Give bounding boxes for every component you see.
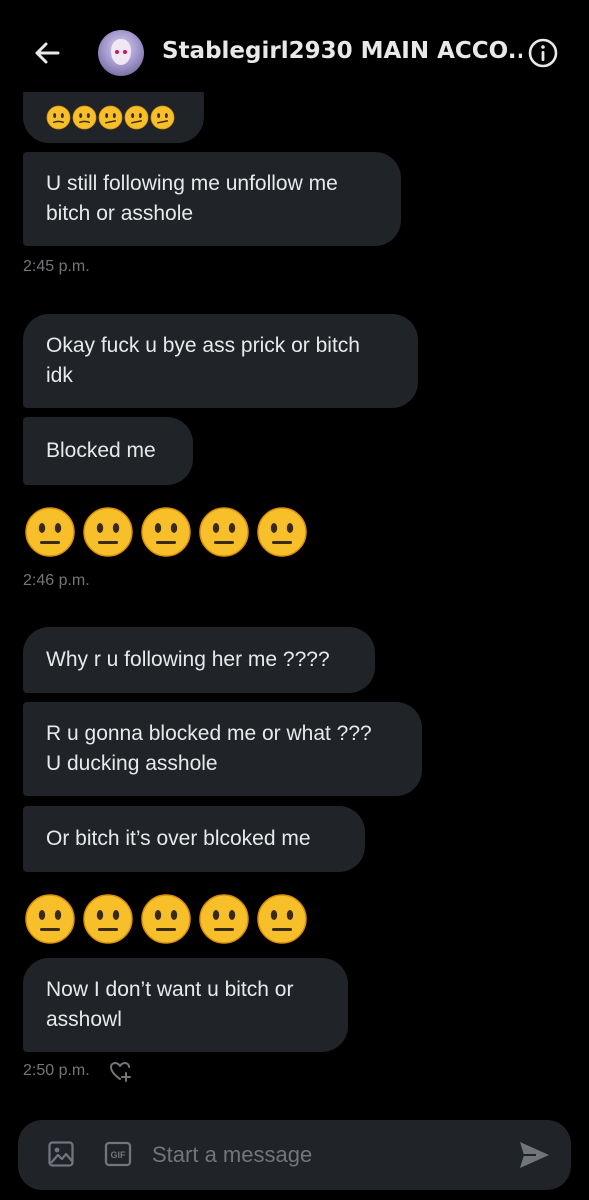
message-text-line: bitch or asshole xyxy=(46,202,194,225)
emoji-group xyxy=(46,105,176,130)
info-icon[interactable] xyxy=(527,37,559,69)
neutral-face-icon xyxy=(141,507,191,557)
confused-face-icon xyxy=(98,105,123,130)
message-bubble[interactable]: Okay fuck u bye ass prick or bitch idk xyxy=(23,314,418,408)
message-text-line: Now I don’t want u bitch or xyxy=(46,978,294,1001)
heart-plus-icon[interactable] xyxy=(108,1058,134,1084)
conversation-title[interactable]: Stablegirl2930 MAIN ACCO... xyxy=(162,38,522,64)
message-text-line: asshowl xyxy=(46,1008,122,1031)
neutral-face-icon xyxy=(199,894,249,944)
dm-conversation-screen: Stablegirl2930 MAIN ACCO... U still foll… xyxy=(0,0,589,1200)
neutral-face-icon xyxy=(199,507,249,557)
message-text-line: R u gonna blocked me or what ??? xyxy=(46,722,372,745)
emoji-message[interactable] xyxy=(24,893,314,945)
message-text-line: Or bitch it’s over blcoked me xyxy=(46,827,311,850)
back-arrow-icon[interactable] xyxy=(28,34,66,72)
emoji-message[interactable] xyxy=(24,506,314,558)
message-composer: GIF Start a message xyxy=(18,1120,571,1190)
neutral-face-icon xyxy=(257,894,307,944)
message-text-line: Blocked me xyxy=(46,439,156,462)
neutral-face-icon xyxy=(25,507,75,557)
message-input[interactable]: Start a message xyxy=(152,1142,312,1168)
message-bubble[interactable]: Now I don’t want u bitch or asshowl xyxy=(23,958,348,1052)
conversation-header: Stablegirl2930 MAIN ACCO... xyxy=(0,0,589,92)
neutral-face-icon xyxy=(141,894,191,944)
neutral-face-icon xyxy=(83,507,133,557)
message-timestamp: 2:46 p.m. xyxy=(23,572,90,589)
message-text-line: U still following me unfollow me xyxy=(46,172,338,195)
confused-face-icon xyxy=(124,105,149,130)
message-text-line: idk xyxy=(46,364,73,387)
confused-face-icon xyxy=(46,105,71,130)
neutral-face-icon xyxy=(257,507,307,557)
avatar[interactable] xyxy=(98,30,144,76)
message-timestamp: 2:50 p.m. xyxy=(23,1062,90,1079)
message-bubble[interactable]: Blocked me xyxy=(23,417,193,485)
message-text-line: Why r u following her me ???? xyxy=(46,648,330,671)
send-icon[interactable] xyxy=(516,1137,552,1173)
message-timestamp: 2:45 p.m. xyxy=(23,258,90,275)
gif-label: GIF xyxy=(111,1150,127,1160)
message-text-line: U ducking asshole xyxy=(46,752,218,775)
message-bubble[interactable]: Or bitch it’s over blcoked me xyxy=(23,806,365,872)
message-bubble[interactable]: U still following me unfollow me bitch o… xyxy=(23,152,401,246)
message-bubble[interactable]: R u gonna blocked me or what ??? U ducki… xyxy=(23,702,422,796)
neutral-face-icon xyxy=(83,894,133,944)
confused-face-icon xyxy=(72,105,97,130)
gif-icon[interactable]: GIF xyxy=(104,1140,132,1168)
neutral-face-icon xyxy=(25,894,75,944)
image-icon[interactable] xyxy=(47,1140,75,1168)
message-bubble[interactable]: Why r u following her me ???? xyxy=(23,627,375,693)
confused-face-icon xyxy=(150,105,175,130)
message-text-line: Okay fuck u bye ass prick or bitch xyxy=(46,334,360,357)
